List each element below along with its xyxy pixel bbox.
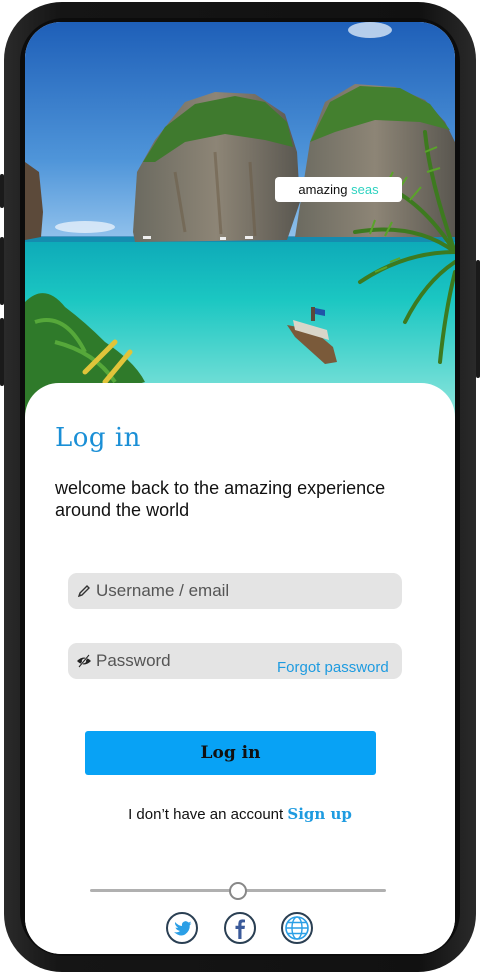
power-button <box>476 260 480 378</box>
signup-prompt: I don’t have an account Sign up <box>25 805 455 823</box>
forgot-password-link[interactable]: Forgot password <box>277 659 389 676</box>
brand-tag: amazing seas <box>275 177 402 202</box>
brand-tag-prefix: amazing <box>298 182 348 197</box>
login-card: Log in welcome back to the amazing exper… <box>25 383 455 954</box>
volume-down-button <box>0 318 4 386</box>
brand-tag-accent: seas <box>351 182 379 197</box>
pager-slider[interactable] <box>90 881 386 901</box>
twitter-icon <box>174 921 192 936</box>
slider-thumb[interactable] <box>229 882 247 900</box>
eye-slash-icon <box>77 654 91 668</box>
no-account-text: I don’t have an account <box>128 806 284 823</box>
facebook-icon <box>235 919 245 939</box>
username-field[interactable] <box>68 573 402 609</box>
facebook-button[interactable] <box>224 912 256 944</box>
website-button[interactable] <box>281 912 313 944</box>
signup-link[interactable]: Sign up <box>287 805 352 823</box>
username-input[interactable] <box>96 573 392 609</box>
hero-image <box>25 22 455 417</box>
pencil-icon <box>77 585 90 598</box>
login-button[interactable]: Log in <box>85 731 376 775</box>
volume-up-button <box>0 237 4 305</box>
globe-icon <box>285 916 309 940</box>
page-title: Log in <box>55 423 141 453</box>
twitter-button[interactable] <box>166 912 198 944</box>
side-button <box>0 174 4 208</box>
welcome-text: welcome back to the amazing experience a… <box>55 478 386 520</box>
app-screen: amazing seas Log in welcome back to the … <box>25 22 455 954</box>
